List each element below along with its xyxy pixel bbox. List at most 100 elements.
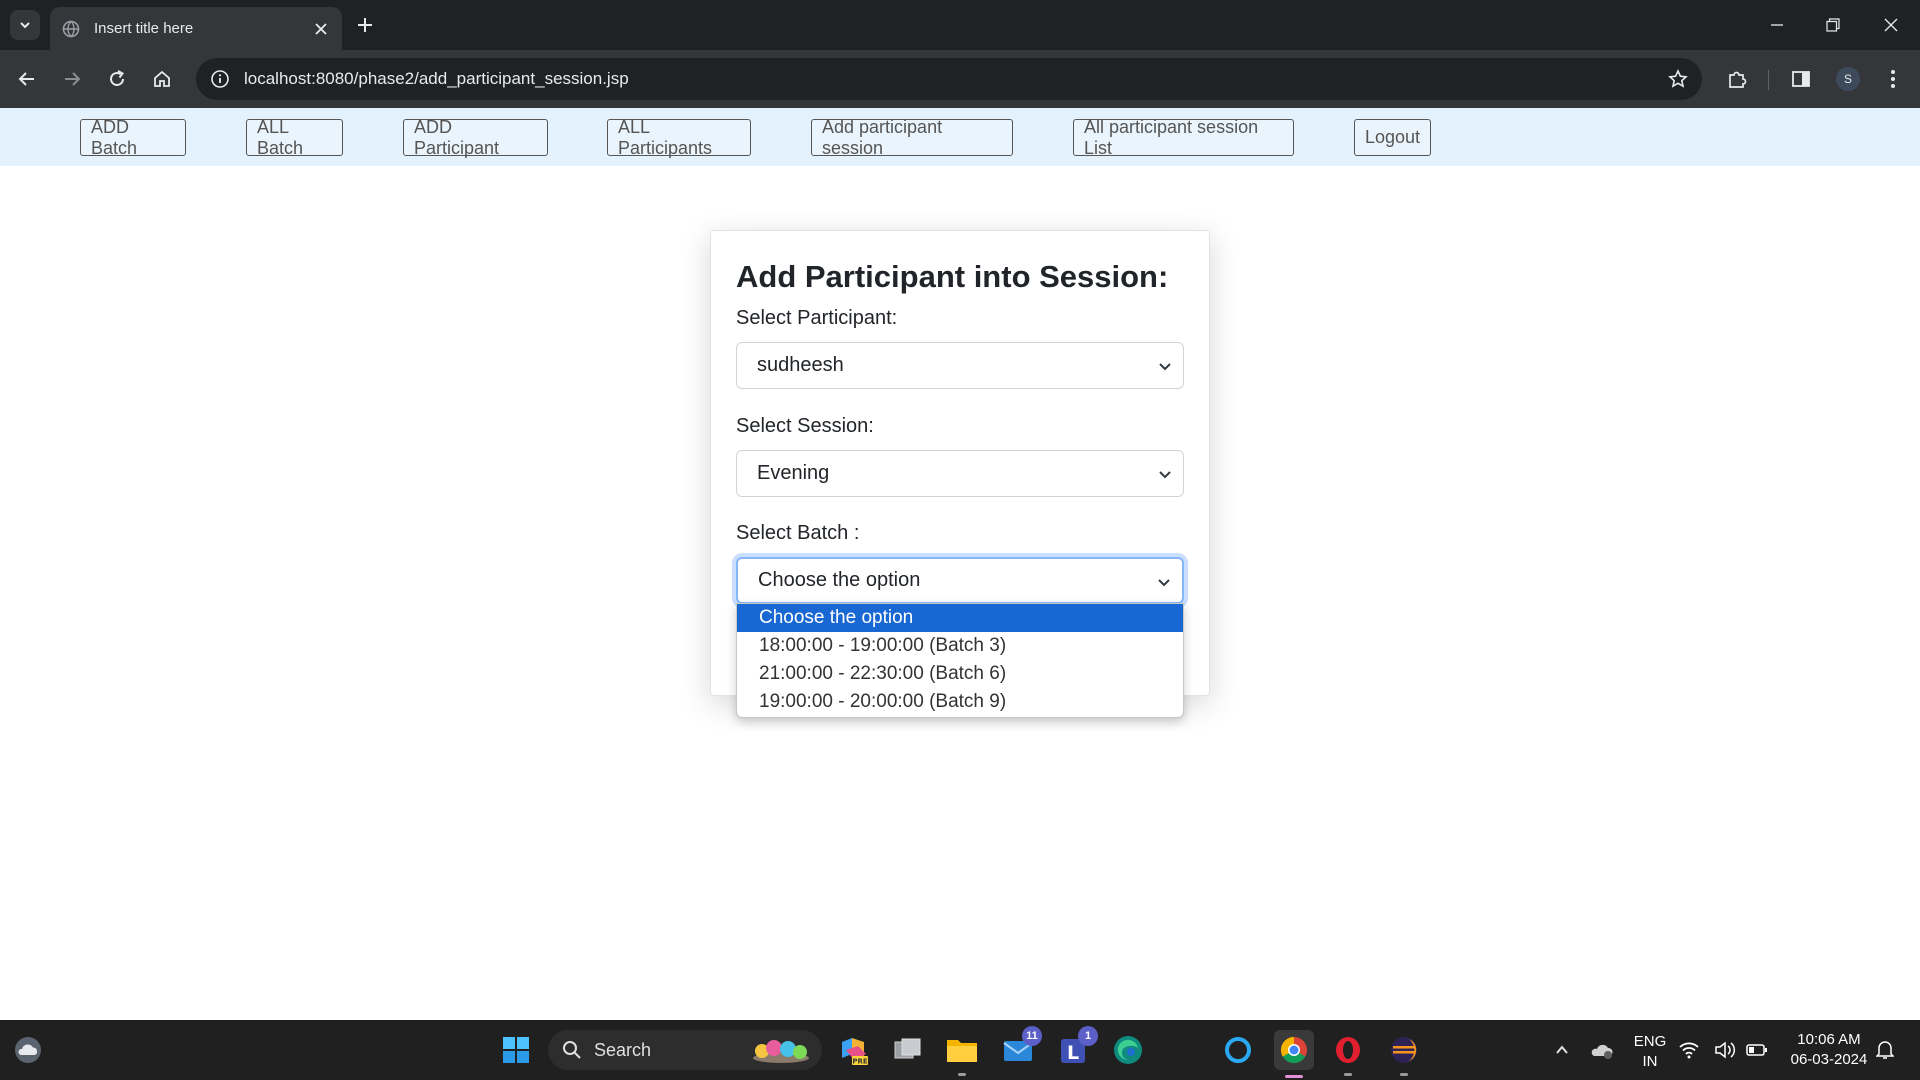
tab-search-button[interactable] bbox=[10, 10, 40, 40]
chrome-icon bbox=[1280, 1036, 1307, 1064]
new-tab-button[interactable] bbox=[352, 12, 378, 38]
nav-logout[interactable]: Logout bbox=[1354, 119, 1431, 156]
plus-icon bbox=[358, 18, 372, 32]
side-panel-button[interactable] bbox=[1786, 64, 1816, 94]
close-tab-icon[interactable] bbox=[312, 20, 330, 38]
batch-option[interactable]: 21:00:00 - 22:30:00 (Batch 6) bbox=[737, 660, 1183, 688]
svg-text:L: L bbox=[1067, 1042, 1079, 1064]
cloud-icon bbox=[15, 1037, 41, 1063]
notifications-button[interactable] bbox=[1870, 1032, 1900, 1068]
task-view-icon bbox=[894, 1038, 921, 1059]
taskbar-search[interactable]: Search bbox=[548, 1030, 822, 1070]
browser-toolbar: localhost:8080/phase2/add_participant_se… bbox=[0, 50, 1920, 108]
browser-menu-button[interactable] bbox=[1878, 64, 1908, 94]
volume-status[interactable] bbox=[1714, 1032, 1736, 1068]
chevron-down-icon bbox=[1159, 363, 1171, 371]
svg-text:PRE: PRE bbox=[852, 1058, 868, 1066]
battery-icon bbox=[1746, 1044, 1767, 1056]
eclipse-app[interactable] bbox=[1386, 1032, 1422, 1076]
nav-all-participants[interactable]: ALL Participants bbox=[607, 117, 751, 158]
nav-all-participant-session-list[interactable]: All participant session List bbox=[1073, 117, 1294, 158]
running-indicator bbox=[958, 1073, 966, 1076]
wifi-status[interactable] bbox=[1679, 1032, 1699, 1068]
session-select-value: Evening bbox=[757, 462, 830, 484]
tab-title: Insert title here bbox=[94, 20, 194, 37]
task-view-button[interactable] bbox=[890, 1032, 926, 1068]
batch-select[interactable]: Choose the option bbox=[736, 557, 1184, 604]
bookmark-star-icon[interactable] bbox=[1668, 69, 1688, 89]
running-indicator bbox=[1285, 1075, 1303, 1078]
forward-button[interactable] bbox=[57, 64, 87, 94]
minimize-button[interactable] bbox=[1754, 8, 1800, 42]
close-icon bbox=[1884, 18, 1898, 32]
side-panel-icon bbox=[1792, 71, 1810, 87]
toolbar-divider bbox=[1768, 70, 1769, 90]
opera-app[interactable] bbox=[1330, 1032, 1366, 1076]
reload-button[interactable] bbox=[102, 64, 132, 94]
clock-date: 06-03-2024 bbox=[1790, 1051, 1868, 1068]
mail-badge: 11 bbox=[1022, 1026, 1042, 1046]
mail-app[interactable]: 11 bbox=[1000, 1026, 1042, 1068]
search-label: Search bbox=[594, 1039, 652, 1060]
input-language-indicator[interactable]: ENG IN bbox=[1628, 1032, 1672, 1072]
chevron-down-icon bbox=[20, 22, 30, 29]
restore-icon bbox=[1826, 18, 1840, 32]
clock[interactable]: 10:06 AM 06-03-2024 bbox=[1782, 1030, 1876, 1070]
teams-app[interactable]: L 1 bbox=[1056, 1026, 1098, 1068]
speaker-icon bbox=[1715, 1041, 1736, 1059]
chrome-app[interactable] bbox=[1274, 1030, 1314, 1078]
profile-avatar[interactable]: S bbox=[1836, 67, 1860, 91]
kebab-menu-icon bbox=[1891, 70, 1895, 88]
windows-taskbar: Search PRE 11 L 1 ENG IN 10:06 AM 06-03-… bbox=[0, 1020, 1920, 1080]
arrow-left-icon bbox=[18, 72, 34, 86]
session-label: Select Session: bbox=[736, 415, 874, 437]
copilot-preview-app[interactable]: PRE bbox=[836, 1032, 872, 1068]
participant-label: Select Participant: bbox=[736, 307, 898, 329]
nav-add-participant-session[interactable]: Add participant session bbox=[811, 117, 1013, 158]
copilot-icon: PRE bbox=[842, 1038, 868, 1066]
batch-option[interactable]: Choose the option bbox=[737, 604, 1183, 632]
form-heading: Add Participant into Session: bbox=[736, 259, 1169, 294]
participant-select-value: sudheesh bbox=[757, 354, 844, 376]
nav-all-batch[interactable]: ALL Batch bbox=[246, 117, 343, 158]
batch-select-value: Choose the option bbox=[758, 569, 921, 591]
nav-add-batch[interactable]: ADD Batch bbox=[80, 117, 186, 158]
batch-dropdown-list: Choose the option 18:00:00 - 19:00:00 (B… bbox=[736, 603, 1184, 718]
restore-button[interactable] bbox=[1810, 8, 1856, 42]
home-icon bbox=[154, 70, 170, 87]
opera-icon bbox=[1336, 1037, 1360, 1063]
cortana-app[interactable] bbox=[1220, 1032, 1256, 1068]
weather-widget[interactable] bbox=[10, 1032, 46, 1068]
reload-icon bbox=[110, 70, 124, 86]
show-hidden-icons-button[interactable] bbox=[1544, 1032, 1580, 1068]
battery-status[interactable] bbox=[1746, 1032, 1768, 1068]
page-navbar: ADD Batch ALL Batch ADD Participant ALL … bbox=[0, 108, 1920, 166]
site-info-icon[interactable] bbox=[210, 69, 230, 89]
language-line1: ENG bbox=[1633, 1033, 1667, 1050]
home-button[interactable] bbox=[147, 64, 177, 94]
search-icon bbox=[563, 1041, 581, 1059]
eclipse-icon bbox=[1391, 1037, 1417, 1063]
bell-icon bbox=[1876, 1041, 1894, 1059]
close-window-button[interactable] bbox=[1868, 8, 1914, 42]
folder-icon bbox=[947, 1040, 977, 1062]
nav-add-participant[interactable]: ADD Participant bbox=[403, 117, 548, 158]
session-select[interactable]: Evening bbox=[736, 450, 1184, 497]
minimize-icon bbox=[1771, 24, 1783, 26]
browser-tab-active[interactable]: Insert title here bbox=[50, 7, 342, 50]
clock-time: 10:06 AM bbox=[1797, 1031, 1861, 1048]
back-button[interactable] bbox=[12, 64, 42, 94]
participant-select[interactable]: sudheesh bbox=[736, 342, 1184, 389]
start-button[interactable] bbox=[498, 1032, 534, 1068]
batch-option[interactable]: 18:00:00 - 19:00:00 (Batch 3) bbox=[737, 632, 1183, 660]
onedrive-button[interactable] bbox=[1584, 1032, 1620, 1068]
edge-browser-app[interactable] bbox=[1110, 1032, 1146, 1068]
address-bar[interactable]: localhost:8080/phase2/add_participant_se… bbox=[196, 58, 1702, 100]
holi-colors-icon bbox=[753, 1040, 809, 1063]
onedrive-cloud-icon bbox=[1591, 1044, 1613, 1059]
batch-option[interactable]: 19:00:00 - 20:00:00 (Batch 9) bbox=[737, 688, 1183, 716]
puzzle-icon bbox=[1729, 71, 1747, 88]
chevron-down-icon bbox=[1159, 471, 1171, 479]
extensions-button[interactable] bbox=[1722, 64, 1752, 94]
file-explorer-app[interactable] bbox=[944, 1032, 980, 1076]
